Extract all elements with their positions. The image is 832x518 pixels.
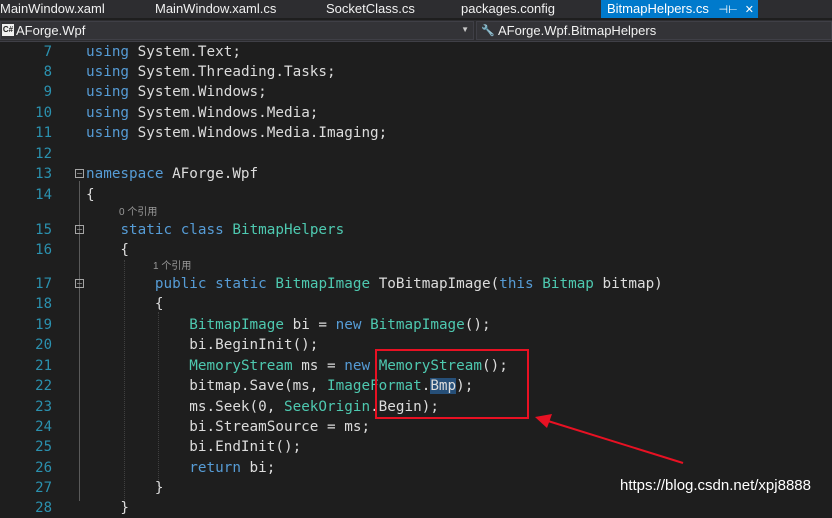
line-number: 8 [43,64,52,80]
collapse-icon[interactable]: − [75,225,84,234]
line-number: 28 [35,500,52,516]
line-number: 21 [35,358,52,374]
line-number: 19 [35,317,52,333]
code-line: 7 using System.Text; [0,42,832,62]
tab-packages-config[interactable]: packages.config [461,0,555,18]
class-dropdown[interactable]: 🔧 AForge.Wpf.BitmapHelpers [476,21,832,40]
line-number: 24 [35,419,52,435]
line-number: 9 [43,84,52,100]
code-line: 28 } [0,498,832,518]
line-number: 17 [35,276,52,292]
navigation-bar: C# AForge.Wpf ▼ 🔧 AForge.Wpf.BitmapHelpe… [0,20,832,42]
reference-count-link[interactable]: 1 个引用 [153,260,191,274]
project-dropdown[interactable]: C# AForge.Wpf ▼ [0,21,474,40]
class-label: AForge.Wpf.BitmapHelpers [498,23,657,38]
code-line: 25 bi.EndInit(); [0,437,832,457]
close-icon[interactable]: ✕ [745,4,754,16]
reference-count-link[interactable]: 0 个引用 [119,206,157,220]
code-line: 16 { [0,240,832,260]
code-line: 8 using System.Threading.Tasks; [0,62,832,82]
chevron-down-icon[interactable]: ▼ [461,25,469,34]
tab-socketclass-cs[interactable]: SocketClass.cs [326,0,415,18]
line-number: 13 [35,166,52,182]
tab-mainwindow-xaml-cs[interactable]: MainWindow.xaml.cs [155,0,276,18]
code-line: 17 − public static BitmapImage ToBitmapI… [0,274,832,294]
csharp-file-icon: C# [2,24,14,36]
code-line: 26 return bi; [0,458,832,478]
line-number: 16 [35,242,52,258]
collapse-icon[interactable]: − [75,169,84,178]
tab-label: BitmapHelpers.cs [607,1,709,16]
class-icon: 🔧 [481,25,495,37]
document-tab-bar: MainWindow.xaml MainWindow.xaml.cs Socke… [0,0,832,18]
line-number: 23 [35,399,52,415]
code-line: 11 using System.Windows.Media.Imaging; [0,123,832,143]
code-line: 18 { [0,294,832,314]
line-number: 11 [35,125,52,141]
line-number: 14 [35,187,52,203]
line-number: 18 [35,296,52,312]
code-line: 14 { [0,185,832,205]
pin-icon[interactable]: ⊣⊢ [719,4,738,16]
line-number: 20 [35,337,52,353]
code-line: 9 using System.Windows; [0,82,832,102]
code-line: 13 − namespace AForge.Wpf [0,164,832,184]
line-number: 12 [35,146,52,162]
project-label: AForge.Wpf [16,23,86,38]
code-line: 12 [0,144,832,164]
code-line: 24 bi.StreamSource = ms; [0,417,832,437]
tab-mainwindow-xaml[interactable]: MainWindow.xaml [0,0,105,18]
annotation-highlight-box [375,349,529,419]
code-line: 19 BitmapImage bi = new BitmapImage(); [0,315,832,335]
line-number: 26 [35,460,52,476]
line-number: 25 [35,439,52,455]
line-number: 7 [43,44,52,60]
line-number: 15 [35,222,52,238]
collapse-icon[interactable]: − [75,279,84,288]
line-number: 10 [35,105,52,121]
watermark-text: https://blog.csdn.net/xpj8888 [620,477,811,494]
code-editor[interactable]: 7 using System.Text; 8 using System.Thre… [0,42,832,516]
tab-bitmaphelpers-cs[interactable]: BitmapHelpers.cs ⊣⊢ ✕ [601,0,758,18]
code-line: 10 using System.Windows.Media; [0,103,832,123]
code-line: 15 − static class BitmapHelpers [0,220,832,240]
line-number: 27 [35,480,52,496]
line-number: 22 [35,378,52,394]
